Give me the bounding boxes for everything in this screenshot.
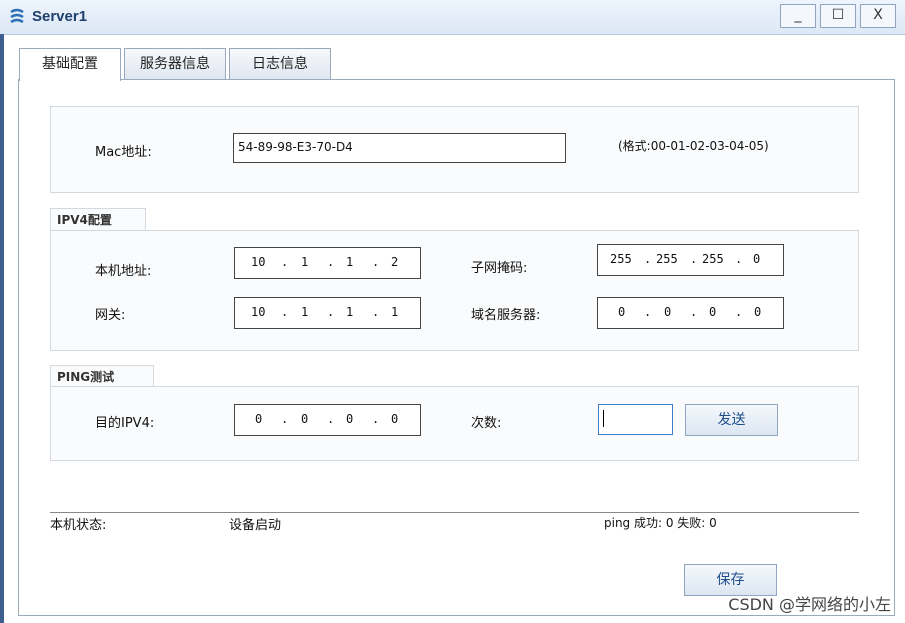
mac-panel: Mac地址: 54-89-98-E3-70-D4 (格式:00-01-02-03… — [50, 106, 859, 193]
ip-dot: . — [372, 412, 380, 426]
ip-dot: . — [281, 255, 289, 269]
tab-server-info[interactable]: 服务器信息 — [124, 48, 226, 79]
ip-octet: 1 — [301, 255, 309, 269]
ping-panel: 目的IPV4: 0 . 0 . 0 . 0 次数: 发送 — [50, 386, 859, 461]
ping-result: ping 成功: 0 失败: 0 — [604, 516, 717, 530]
minimize-button[interactable]: _ — [780, 4, 816, 28]
status-value: 设备启动 — [229, 518, 282, 533]
ip-dot: . — [327, 305, 335, 319]
ipv4-section-title: IPV4配置 — [50, 208, 146, 232]
status-divider — [50, 512, 859, 513]
ipv4-panel: 本机地址: 10 . 1 . 1 . 2 子网掩码: 255 . 255 . 2… — [50, 230, 859, 351]
watermark-text: CSDN @学网络的小左 — [728, 595, 891, 614]
ping-target-label: 目的IPV4: — [95, 416, 155, 431]
dns-server-input[interactable]: 0 . 0 . 0 . 0 — [597, 297, 784, 329]
ip-octet: 0 — [391, 412, 399, 426]
text-cursor — [603, 410, 604, 427]
tab-basic-config[interactable]: 基础配置 — [19, 48, 121, 81]
ip-octet: 10 — [251, 255, 266, 269]
ip-octet: 255 — [610, 252, 632, 266]
ip-dot: . — [281, 305, 289, 319]
ip-dot: . — [327, 412, 335, 426]
dns-server-label: 域名服务器: — [471, 308, 541, 323]
local-address-label: 本机地址: — [95, 264, 152, 279]
mac-format-hint: (格式:00-01-02-03-04-05) — [618, 139, 769, 153]
ip-dot: . — [372, 305, 380, 319]
ip-octet: 255 — [656, 252, 678, 266]
status-label: 本机状态: — [50, 518, 107, 533]
local-address-input[interactable]: 10 . 1 . 1 . 2 — [234, 247, 421, 279]
ip-dot: . — [281, 412, 289, 426]
mac-input[interactable]: 54-89-98-E3-70-D4 — [233, 133, 566, 163]
ip-dot: . — [690, 305, 698, 319]
title-bar: Server1 _ ☐ X — [0, 0, 905, 35]
ip-dot: . — [644, 252, 652, 266]
ip-dot: . — [372, 255, 380, 269]
ping-target-input[interactable]: 0 . 0 . 0 . 0 — [234, 404, 421, 436]
ip-dot: . — [690, 252, 698, 266]
ip-octet: 0 — [255, 412, 263, 426]
ip-octet: 10 — [251, 305, 266, 319]
close-button[interactable]: X — [860, 4, 896, 28]
ping-count-label: 次数: — [471, 416, 502, 431]
subnet-mask-label: 子网掩码: — [471, 261, 528, 276]
ip-octet: 0 — [754, 305, 762, 319]
ip-dot: . — [644, 305, 652, 319]
ip-octet: 1 — [346, 305, 354, 319]
send-button[interactable]: 发送 — [685, 404, 778, 436]
ip-dot: . — [327, 255, 335, 269]
ip-octet: 2 — [391, 255, 399, 269]
ip-octet: 0 — [301, 412, 309, 426]
ip-octet: 0 — [664, 305, 672, 319]
mac-label: Mac地址: — [95, 145, 152, 160]
ip-octet: 0 — [618, 305, 626, 319]
ip-octet: 0 — [346, 412, 354, 426]
window-title: Server1 — [32, 8, 88, 25]
ping-count-input[interactable] — [598, 404, 673, 435]
mac-value: 54-89-98-E3-70-D4 — [238, 140, 353, 154]
ip-octet: 1 — [301, 305, 309, 319]
ip-octet: 0 — [709, 305, 717, 319]
ip-octet: 255 — [702, 252, 724, 266]
maximize-button[interactable]: ☐ — [820, 4, 856, 28]
tab-log-info[interactable]: 日志信息 — [229, 48, 331, 79]
window-left-border — [0, 34, 4, 623]
gateway-label: 网关: — [95, 308, 126, 323]
ip-octet: 1 — [391, 305, 399, 319]
ip-dot: . — [735, 305, 743, 319]
tab-content: Mac地址: 54-89-98-E3-70-D4 (格式:00-01-02-03… — [18, 79, 895, 616]
server-app-icon — [10, 8, 24, 24]
gateway-input[interactable]: 10 . 1 . 1 . 1 — [234, 297, 421, 329]
ip-octet: 1 — [346, 255, 354, 269]
subnet-mask-input[interactable]: 255 . 255 . 255 . 0 — [597, 244, 784, 276]
ip-octet: 0 — [753, 252, 761, 266]
ip-dot: . — [735, 252, 743, 266]
